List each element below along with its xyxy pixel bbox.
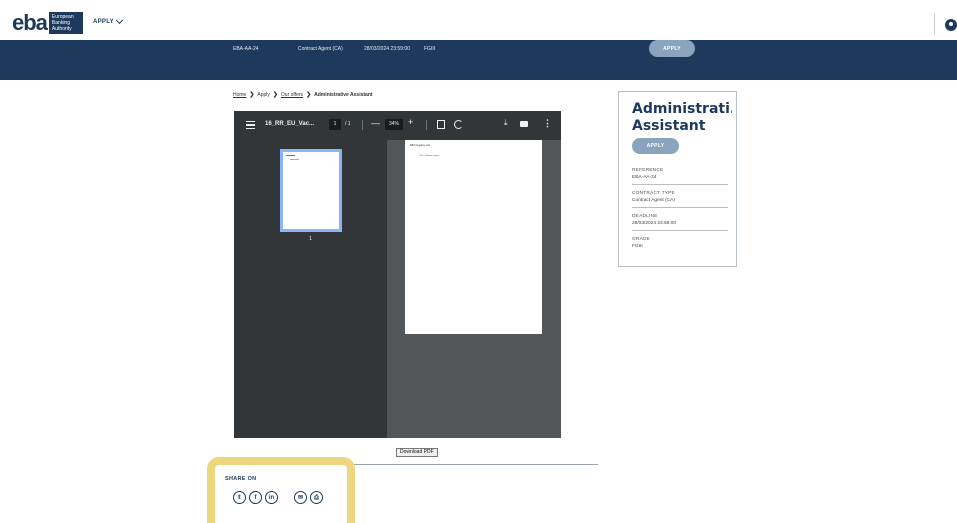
- field-value: Contract Agent (CA): [632, 198, 675, 203]
- job-summary-band: EBA-AA-24 Contract Agent (CA) 28/03/2024…: [0, 40, 957, 80]
- zoom-out-icon[interactable]: —: [371, 118, 380, 128]
- pdf-toolbar: 16_RR_EU_Vac... 1 / 1 — 34% + ⤓ ⋮: [234, 111, 561, 140]
- breadcrumb-separator-icon: ❯: [306, 92, 312, 98]
- breadcrumb-home[interactable]: Home: [233, 92, 246, 98]
- band-grade: FGIII: [424, 46, 436, 52]
- reference-field: REFERENCE EBA-AA-24: [632, 168, 742, 185]
- field-divider: [632, 184, 728, 185]
- deadline-field: DEADLINE 28/03/2024 23:59:00: [632, 214, 742, 231]
- eba-logo[interactable]: eba European Banking Authority: [12, 12, 83, 34]
- breadcrumb-separator-icon: ❯: [272, 92, 278, 98]
- rotate-icon[interactable]: [454, 120, 463, 129]
- card-apply-button[interactable]: APPLY: [632, 138, 679, 154]
- fit-page-icon[interactable]: [437, 120, 445, 129]
- job-title: Administrati... Assistant: [632, 101, 732, 135]
- toolbar-divider: [362, 120, 363, 130]
- breadcrumb-offers[interactable]: Our offers: [281, 92, 303, 98]
- grade-field: GRADE FGIII: [632, 237, 742, 249]
- pdf-filename: 16_RR_EU_Vac...: [265, 121, 315, 127]
- chevron-down-icon: [115, 16, 123, 25]
- pdf-zoom-input[interactable]: 34%: [385, 119, 403, 130]
- breadcrumb-current: Administrative Assistant: [314, 91, 373, 98]
- band-apply-button[interactable]: APPLY: [649, 40, 695, 57]
- share-label: SHARE ON: [225, 476, 257, 482]
- nav-apply-menu[interactable]: APPLY: [93, 16, 123, 25]
- toolbar-divider: [426, 120, 427, 130]
- band-deadline: 28/03/2024 23:59:00: [364, 46, 410, 52]
- band-contract: Contract Agent (CA): [298, 46, 343, 52]
- more-options-icon[interactable]: ⋮: [543, 119, 552, 128]
- email-icon[interactable]: ✉: [294, 491, 307, 504]
- download-pdf-button[interactable]: Download PDF: [396, 448, 438, 457]
- job-title-line: Assistant: [632, 118, 706, 134]
- pdf-page-input[interactable]: 1: [329, 119, 341, 130]
- field-label: GRADE: [632, 237, 651, 242]
- field-label: CONTRACT TYPE: [632, 191, 675, 196]
- logo-sub-line: Authority: [51, 26, 72, 32]
- facebook-icon[interactable]: f: [249, 491, 262, 504]
- pdf-page-text: Title – Nazwa pozycji: [419, 155, 440, 157]
- download-icon[interactable]: ⤓: [504, 119, 508, 127]
- field-divider: [632, 230, 728, 231]
- page-thumbnail[interactable]: [280, 149, 342, 232]
- pdf-page-count: / 1: [345, 121, 351, 127]
- field-label: REFERENCE: [632, 168, 664, 173]
- breadcrumb: Home ❯ Apply ❯ Our offers ❯ Administrati…: [233, 91, 373, 99]
- breadcrumb-separator-icon: ❯: [249, 92, 255, 98]
- header-divider: [934, 13, 935, 35]
- thumbnail-page-number: 1: [309, 236, 312, 242]
- print-icon[interactable]: [520, 121, 528, 127]
- pdf-page-heading: EBA Negative test: [410, 144, 431, 147]
- field-value: 28/03/2024 23:59:00: [632, 221, 677, 226]
- pdf-thumbnail-sidebar: 1: [234, 140, 387, 438]
- field-label: DEADLINE: [632, 214, 658, 219]
- pdf-viewer[interactable]: 16_RR_EU_Vac... 1 / 1 — 34% + ⤓ ⋮ 1 EBA …: [234, 111, 561, 438]
- thumbnail-text-line: [290, 159, 299, 160]
- field-value: FGIII: [632, 244, 643, 249]
- logo-wordmark: eba: [12, 10, 48, 35]
- linkedin-icon[interactable]: in: [265, 491, 278, 504]
- job-details-card: Administrati... Assistant APPLY REFERENC…: [618, 91, 737, 267]
- user-account-icon[interactable]: [945, 19, 957, 31]
- field-value: EBA-AA-24: [632, 175, 657, 180]
- menu-icon[interactable]: [246, 121, 255, 129]
- logo-subtitle: European Banking Authority: [48, 12, 83, 34]
- thumbnail-text-line: [286, 155, 295, 156]
- share-icons: 𝕥 f in ✉ ⎙: [233, 491, 326, 504]
- breadcrumb-apply: Apply: [257, 91, 270, 98]
- nav-apply-label: APPLY: [93, 19, 114, 25]
- band-reference: EBA-AA-24: [233, 46, 259, 52]
- twitter-icon[interactable]: 𝕥: [233, 491, 246, 504]
- zoom-in-icon[interactable]: +: [408, 117, 413, 127]
- top-header: eba European Banking Authority APPLY: [0, 0, 957, 40]
- print-share-icon[interactable]: ⎙: [310, 491, 323, 504]
- pdf-page: EBA Negative test Title – Nazwa pozycji: [405, 140, 542, 334]
- job-title-line: Administrati...: [632, 101, 732, 117]
- contract-type-field: CONTRACT TYPE Contract Agent (CA): [632, 191, 742, 208]
- share-section: SHARE ON 𝕥 f in ✉ ⎙: [207, 457, 355, 523]
- field-divider: [632, 207, 728, 208]
